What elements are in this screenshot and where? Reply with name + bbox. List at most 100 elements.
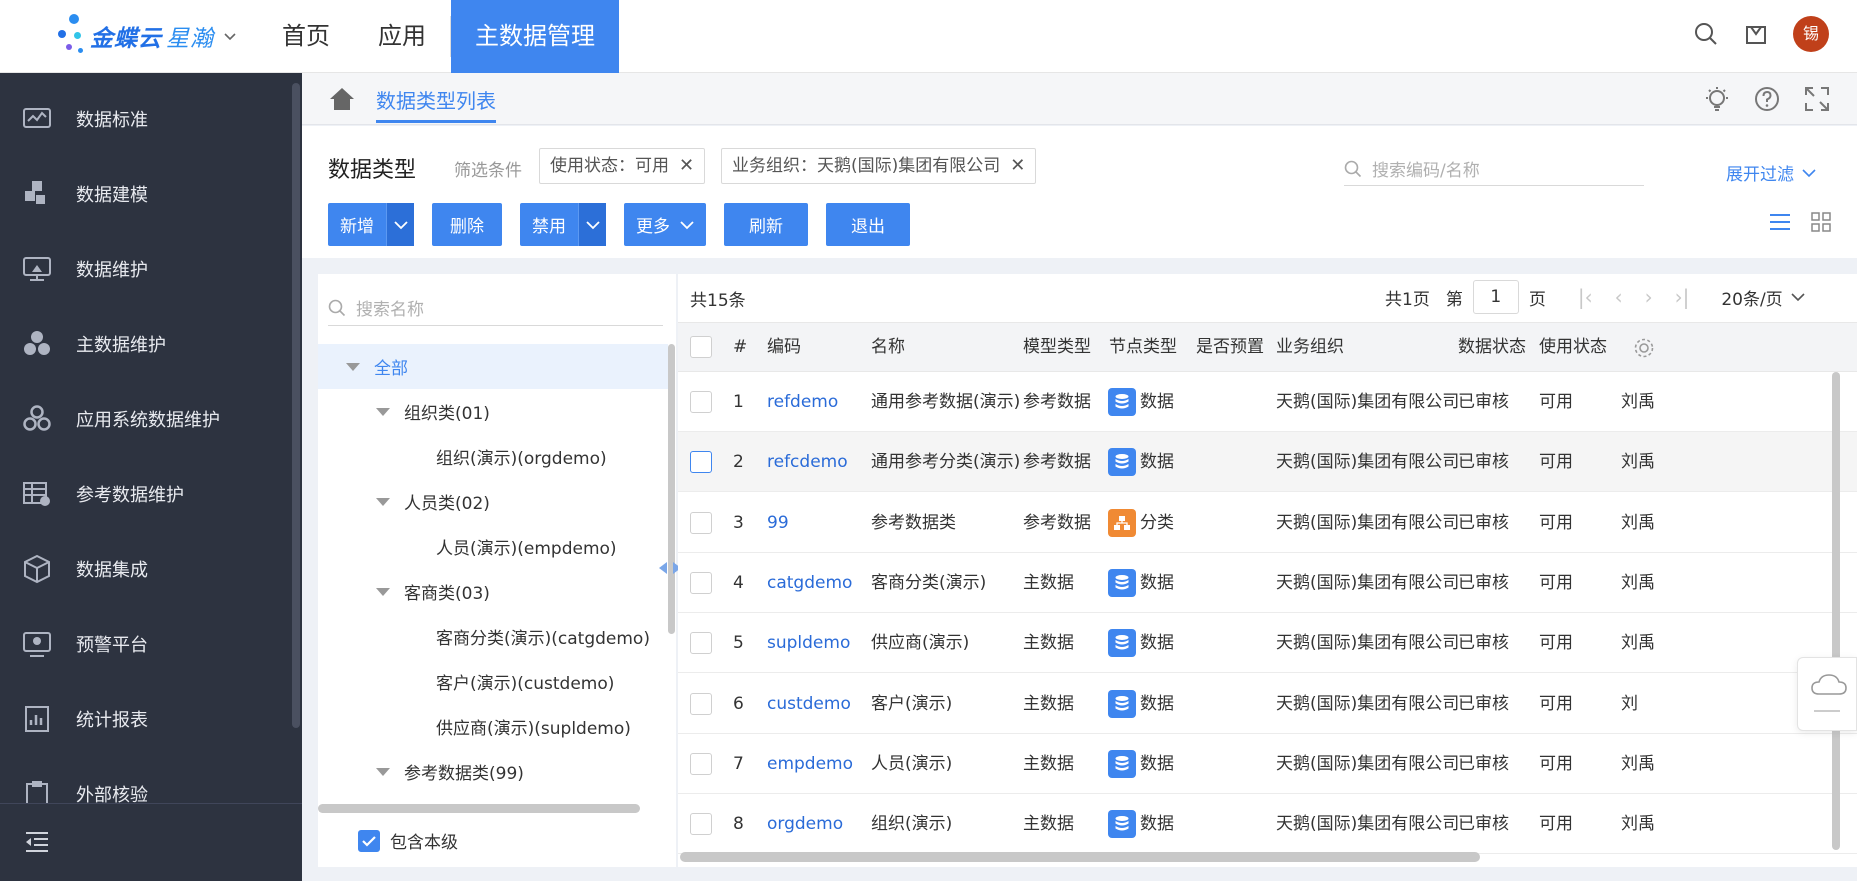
exit-button[interactable]: 退出 (826, 203, 910, 246)
column-header-data-status[interactable]: 数据状态 (1458, 323, 1526, 371)
tree-node[interactable]: 客户(演示)(custdemo) (318, 659, 668, 704)
caret-down-icon[interactable] (376, 587, 390, 596)
table-horizontal-scrollbar[interactable] (680, 852, 1480, 862)
gear-icon[interactable] (1633, 337, 1655, 359)
next-page-icon[interactable]: › (1645, 285, 1653, 309)
caret-down-icon[interactable] (376, 407, 390, 416)
row-checkbox[interactable] (690, 632, 712, 655)
caret-left-icon[interactable] (658, 561, 668, 575)
cell-code[interactable]: catgdemo (767, 553, 852, 613)
cell-code[interactable]: empdemo (767, 734, 853, 794)
close-icon[interactable]: ✕ (679, 149, 694, 183)
expand-filter-button[interactable]: 展开过滤 (1726, 160, 1816, 185)
page-number-input[interactable]: 1 (1472, 280, 1519, 314)
inbox-icon[interactable] (1743, 21, 1769, 47)
avatar[interactable]: 锡 (1793, 16, 1829, 52)
fullscreen-icon[interactable] (1803, 85, 1831, 113)
new-button[interactable]: 新增 (328, 203, 414, 246)
row-checkbox[interactable] (690, 391, 712, 413)
column-header-model-type[interactable]: 模型类型 (1023, 323, 1091, 371)
include-self-option[interactable]: 包含本级 (358, 828, 458, 853)
refresh-button[interactable]: 刷新 (724, 203, 808, 246)
tree-node[interactable]: 人员类(02) (318, 479, 668, 524)
table-row[interactable]: 2 refcdemo 通用参考分类(演示) 参考数据 数据 天鹅(国际)集团有限公司 已审核… (678, 432, 1857, 493)
page-size-select[interactable]: 20条/页 (1721, 285, 1805, 310)
sidebar-item-reference-data[interactable]: 参考数据维护 (0, 456, 302, 531)
close-icon[interactable]: ✕ (1010, 149, 1025, 183)
nav-master-data[interactable]: 主数据管理 (451, 0, 619, 73)
lightbulb-icon[interactable] (1703, 85, 1731, 113)
tree-node[interactable]: 组织(演示)(orgdemo) (318, 434, 668, 479)
disable-button[interactable]: 禁用 (520, 203, 606, 246)
table-row[interactable]: 4 catgdemo 客商分类(演示) 主数据 数据 天鹅(国际)集团有限公司 已审核 可用 刘… (678, 553, 1857, 613)
row-checkbox[interactable] (690, 813, 712, 836)
caret-down-icon[interactable] (376, 497, 390, 506)
sidebar-item-alert-platform[interactable]: 预警平台 (0, 606, 302, 681)
nav-apps[interactable]: 应用 (354, 0, 450, 73)
row-checkbox[interactable] (690, 511, 712, 534)
delete-button[interactable]: 删除 (432, 203, 502, 246)
filter-chip-org[interactable]: 业务组织：天鹅(国际)集团有限公司 ✕ (721, 148, 1037, 184)
nav-home[interactable]: 首页 (258, 0, 354, 73)
sidebar-item-statistics[interactable]: 统计报表 (0, 681, 302, 756)
floating-cloud-widget[interactable] (1797, 657, 1857, 731)
list-view-icon[interactable] (1769, 212, 1791, 232)
row-checkbox[interactable] (690, 752, 712, 775)
tab-data-type-list[interactable]: 数据类型列表 (376, 85, 496, 123)
chevron-down-icon[interactable] (386, 203, 414, 246)
tree-node[interactable]: 供应商(演示)(supldemo) (318, 704, 668, 749)
tree-horizontal-scrollbar[interactable] (318, 804, 640, 813)
cell-code[interactable]: custdemo (767, 674, 851, 734)
first-page-icon[interactable]: |‹ (1578, 285, 1593, 309)
search-input[interactable]: 搜索编码/名称 (1344, 152, 1644, 186)
table-row[interactable]: 8 orgdemo 组织(演示) 主数据 数据 天鹅(国际)集团有限公司 已审核 可用 刘禹 (678, 794, 1857, 855)
row-checkbox[interactable] (690, 451, 712, 474)
tree-node[interactable]: 参考数据类(99) (318, 749, 668, 794)
cell-code[interactable]: refdemo (767, 372, 838, 432)
tree-node[interactable]: 人员(演示)(empdemo) (318, 524, 668, 569)
row-checkbox[interactable] (690, 692, 712, 715)
table-row[interactable]: 7 empdemo 人员(演示) 主数据 数据 天鹅(国际)集团有限公司 已审核 可用 刘禹 (678, 734, 1857, 794)
cell-code[interactable]: supldemo (767, 613, 850, 673)
chevron-down-icon[interactable] (224, 30, 236, 42)
column-header-node-type[interactable]: 节点类型 (1109, 323, 1177, 371)
tree-node[interactable]: 全部 (318, 344, 668, 389)
table-row[interactable]: 5 supldemo 供应商(演示) 主数据 数据 天鹅(国际)集团有限公司 已审核 可用 刘禹 (678, 613, 1857, 674)
filter-chip-use-status[interactable]: 使用状态：可用 ✕ (539, 148, 706, 184)
table-row[interactable]: 3 99 参考数据类 参考数据 分类 天鹅(国际)集团有限公司 已审核 可用 刘禹 (678, 493, 1857, 553)
sidebar-scrollbar[interactable] (292, 83, 300, 728)
collapse-menu-icon[interactable] (24, 830, 50, 854)
last-page-icon[interactable]: ›| (1675, 285, 1690, 309)
sidebar-item-app-system-data[interactable]: 应用系统数据维护 (0, 381, 302, 456)
cell-code[interactable]: refcdemo (767, 432, 848, 492)
row-checkbox[interactable] (690, 571, 712, 594)
table-row[interactable]: 6 custdemo 客户(演示) 主数据 数据 天鹅(国际)集团有限公司 已审核 可用 刘 (678, 674, 1857, 734)
cell-code[interactable]: 99 (767, 493, 789, 553)
column-header-code[interactable]: 编码 (767, 323, 801, 371)
grid-view-icon[interactable] (1811, 212, 1831, 232)
table-row[interactable]: 1 refdemo 通用参考数据(演示) 参考数据 数据 天鹅(国际)集团有限公司 已审核 可… (678, 372, 1857, 432)
search-icon[interactable] (1693, 21, 1719, 47)
select-all-checkbox[interactable] (690, 336, 712, 358)
sidebar-item-master-data[interactable]: 主数据维护 (0, 306, 302, 381)
tree-search-input[interactable]: 搜索名称 (328, 290, 663, 326)
more-button[interactable]: 更多 (624, 203, 706, 246)
column-header-org[interactable]: 业务组织 (1276, 323, 1344, 371)
column-header-use-status[interactable]: 使用状态 (1539, 323, 1607, 371)
sidebar-item-data-integration[interactable]: 数据集成 (0, 531, 302, 606)
caret-down-icon[interactable] (346, 362, 360, 371)
table-vertical-scrollbar[interactable] (1832, 372, 1840, 850)
tree-node[interactable]: 客商类(03) (318, 569, 668, 614)
sidebar-item-data-standard[interactable]: 数据标准 (0, 81, 302, 156)
chevron-down-icon[interactable] (578, 203, 606, 246)
help-icon[interactable] (1753, 85, 1781, 113)
sidebar-item-data-modeling[interactable]: 数据建模 (0, 156, 302, 231)
include-self-checkbox[interactable] (358, 829, 380, 852)
column-header-preset[interactable]: 是否预置 (1196, 323, 1264, 371)
tree-node[interactable]: 组织类(01) (318, 389, 668, 434)
brand-logo[interactable]: 金蝶云 星瀚 (52, 12, 236, 60)
tree-node[interactable]: 客商分类(演示)(catgdemo) (318, 614, 668, 659)
caret-down-icon[interactable] (376, 767, 390, 776)
cell-code[interactable]: orgdemo (767, 794, 843, 854)
tree-vertical-scrollbar[interactable] (668, 344, 675, 634)
